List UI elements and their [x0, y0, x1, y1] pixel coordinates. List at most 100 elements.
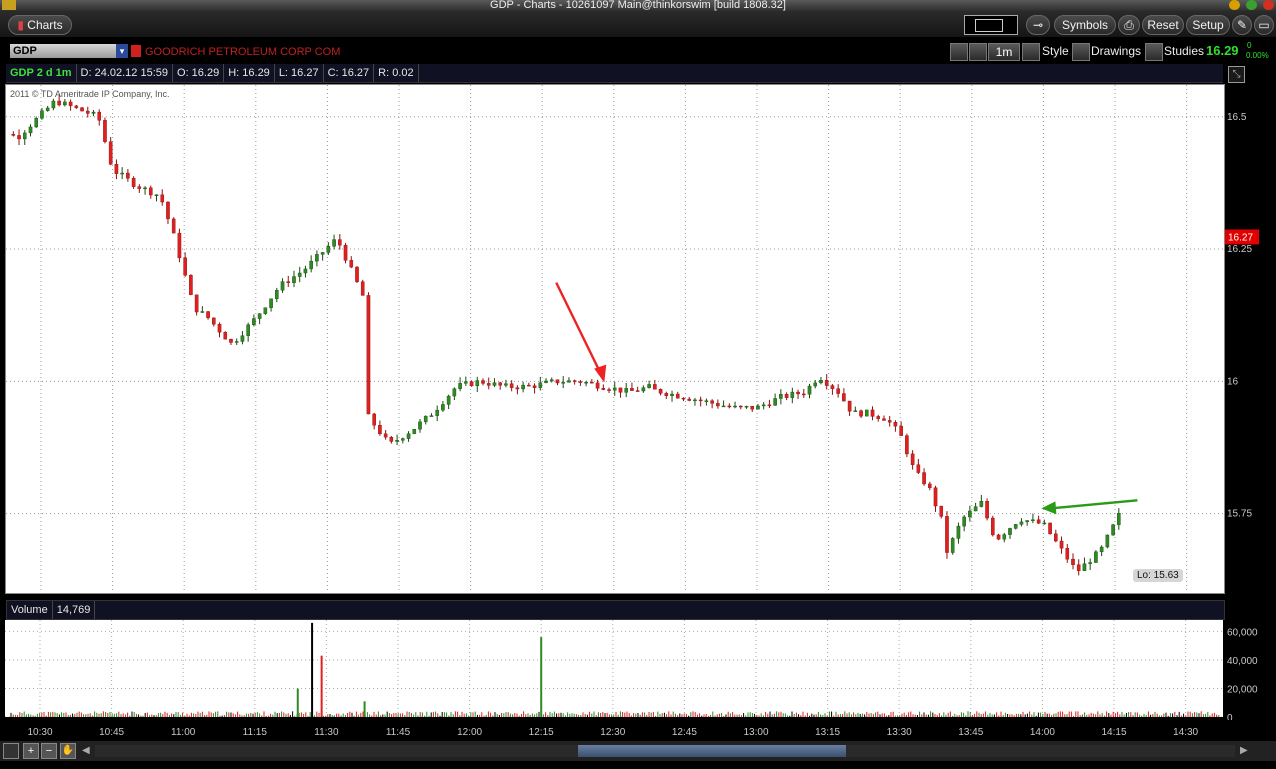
zoom-out-icon[interactable]: −	[41, 743, 57, 759]
candle	[922, 472, 926, 485]
company-name: GOODRICH PETROLEUM CORP COM	[145, 46, 341, 58]
studies-label[interactable]: Studies	[1164, 43, 1204, 59]
candle	[34, 118, 39, 128]
candle	[618, 387, 623, 393]
red-arrow-head	[594, 364, 607, 383]
scroll-right-icon[interactable]: ▶	[1240, 745, 1248, 756]
candle	[738, 405, 743, 408]
time-tick-label: 13:15	[815, 727, 840, 738]
reset-button[interactable]: Reset	[1142, 15, 1184, 35]
charts-icon: ▮	[17, 18, 24, 32]
candle	[950, 538, 955, 553]
volume-label: Volume	[7, 601, 53, 619]
candle	[721, 405, 726, 408]
timeframe-selector[interactable]: 1m	[988, 43, 1020, 61]
candle	[1082, 563, 1087, 571]
close-window-button[interactable]	[1263, 0, 1274, 10]
grid-layout-icon[interactable]	[3, 743, 19, 759]
symbols-button[interactable]: Symbols	[1054, 15, 1116, 35]
style-icon[interactable]	[1022, 43, 1040, 61]
symbol-input[interactable]: GDP	[10, 44, 117, 58]
candle	[1065, 548, 1070, 560]
candle	[68, 101, 73, 107]
candle	[704, 400, 709, 402]
minimize-window-button[interactable]	[1229, 0, 1240, 10]
horizontal-scrollbar[interactable]	[95, 745, 1235, 757]
candle	[234, 341, 239, 343]
color-swatch[interactable]	[964, 15, 1018, 35]
candle	[1008, 528, 1012, 535]
volume-chart-pane[interactable]	[5, 620, 1223, 717]
candle	[309, 260, 313, 270]
symbol-dropdown-icon[interactable]: ▾	[116, 44, 128, 58]
scrollbar-thumb[interactable]	[578, 745, 846, 757]
candle	[17, 135, 21, 140]
symbol-bar: GDP ▾ GOODRICH PETROLEUM CORP COM 1m Sty…	[0, 40, 1276, 64]
candle	[744, 405, 749, 408]
candle	[927, 483, 932, 488]
candle	[527, 384, 531, 387]
candle	[612, 387, 617, 391]
candle	[544, 380, 548, 383]
candle	[515, 387, 520, 390]
candle	[590, 381, 594, 384]
candle	[864, 409, 869, 417]
candle	[206, 311, 210, 319]
candle	[171, 218, 176, 234]
candle	[349, 260, 354, 268]
candle	[131, 178, 136, 187]
setup-button[interactable]: Setup	[1186, 15, 1230, 35]
time-tick-label: 14:00	[1030, 727, 1055, 738]
style-label[interactable]: Style	[1042, 43, 1069, 59]
drawings-icon[interactable]	[1072, 43, 1090, 61]
candle	[360, 281, 365, 296]
change-percent: 0.00%	[1246, 51, 1269, 60]
candle	[824, 380, 829, 386]
link-icon[interactable]: ⊸	[1026, 15, 1050, 35]
maximize-window-button[interactable]	[1246, 0, 1257, 10]
candle	[452, 388, 457, 397]
candle	[1111, 524, 1115, 536]
candle	[1054, 533, 1058, 542]
drawings-label[interactable]: Drawings	[1091, 43, 1141, 59]
candle	[790, 391, 795, 398]
zoom-icon[interactable]	[969, 43, 987, 61]
pin-icon[interactable]: ✎	[1232, 15, 1252, 35]
candle	[40, 110, 44, 119]
green-arrow-head	[1041, 501, 1057, 515]
chart-label: GDP 2 d 1m	[6, 64, 77, 82]
candle	[1048, 522, 1052, 535]
change-value: 0	[1247, 41, 1252, 50]
candle	[887, 420, 892, 423]
main-toolbar: ▮ Charts ⊸ Symbols ⎙ Reset Setup ✎ ▭	[0, 11, 1276, 37]
candle	[1094, 551, 1098, 563]
candle	[607, 389, 611, 391]
last-price: 16.29	[1206, 43, 1239, 58]
candle	[635, 390, 640, 392]
candle	[991, 517, 995, 536]
print-icon[interactable]: ⎙	[1118, 15, 1140, 35]
candle	[1042, 522, 1047, 525]
candle	[670, 393, 674, 396]
chart-options-icon[interactable]: ⤡	[1228, 66, 1245, 83]
price-chart-pane[interactable]: 2011 © TD Ameritrade IP Company, Inc. Lo…	[5, 84, 1225, 594]
time-tick-label: 11:00	[171, 727, 196, 738]
candle	[355, 266, 359, 282]
pan-hand-icon[interactable]: ✋	[60, 743, 76, 759]
detach-icon[interactable]: ▭	[1254, 15, 1274, 35]
candle	[847, 400, 852, 412]
scroll-left-icon[interactable]: ◀	[82, 745, 90, 756]
time-tick-label: 11:45	[386, 727, 411, 738]
candle	[893, 422, 898, 427]
zoom-in-icon[interactable]: +	[23, 743, 39, 759]
candle	[572, 380, 577, 382]
candle	[464, 381, 468, 384]
candle	[498, 382, 502, 386]
candle	[1076, 564, 1081, 571]
bar-date: D: 24.02.12 15:59	[77, 64, 174, 82]
candle	[796, 391, 800, 395]
crosshair-icon[interactable]	[950, 43, 968, 61]
charts-tab[interactable]: ▮ Charts	[8, 15, 72, 35]
studies-icon[interactable]	[1145, 43, 1163, 61]
candle	[366, 295, 371, 415]
